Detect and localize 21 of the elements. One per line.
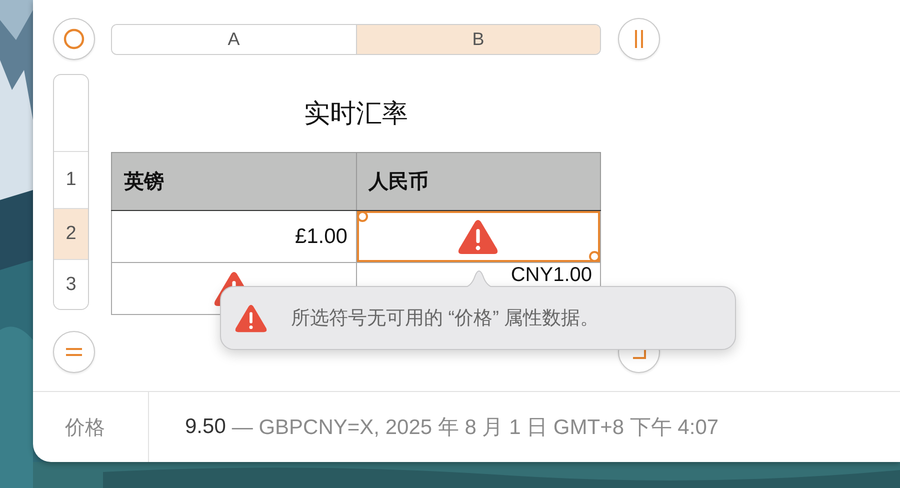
resize-handle[interactable]	[589, 251, 600, 262]
pause-button[interactable]	[618, 18, 660, 60]
warning-icon	[235, 304, 267, 332]
warning-icon	[458, 218, 498, 254]
resize-handle[interactable]	[356, 211, 368, 222]
column-heading: 英镑	[112, 152, 356, 210]
table-cell[interactable]	[356, 210, 600, 262]
price-details: — GBPCNY=X, 2025 年 8 月 1 日 GMT+8 下午 4:07	[232, 415, 719, 441]
equals-icon	[65, 347, 83, 357]
pause-icon	[634, 29, 644, 49]
column-heading: 人民币	[356, 152, 600, 210]
table-title: 实时汇率	[304, 96, 408, 130]
table-cell[interactable]: £1.00	[112, 210, 356, 262]
shape-button[interactable]	[53, 18, 95, 60]
row-header[interactable]: 2	[54, 208, 88, 260]
price-value: 9.50	[185, 415, 226, 439]
circle-icon	[63, 28, 85, 50]
column-header[interactable]: B	[356, 24, 600, 54]
row-header[interactable]: 3	[54, 259, 88, 309]
error-message: 所选符号无可用的 “价格” 属性数据。	[291, 307, 600, 331]
add-row-button[interactable]	[53, 331, 95, 373]
